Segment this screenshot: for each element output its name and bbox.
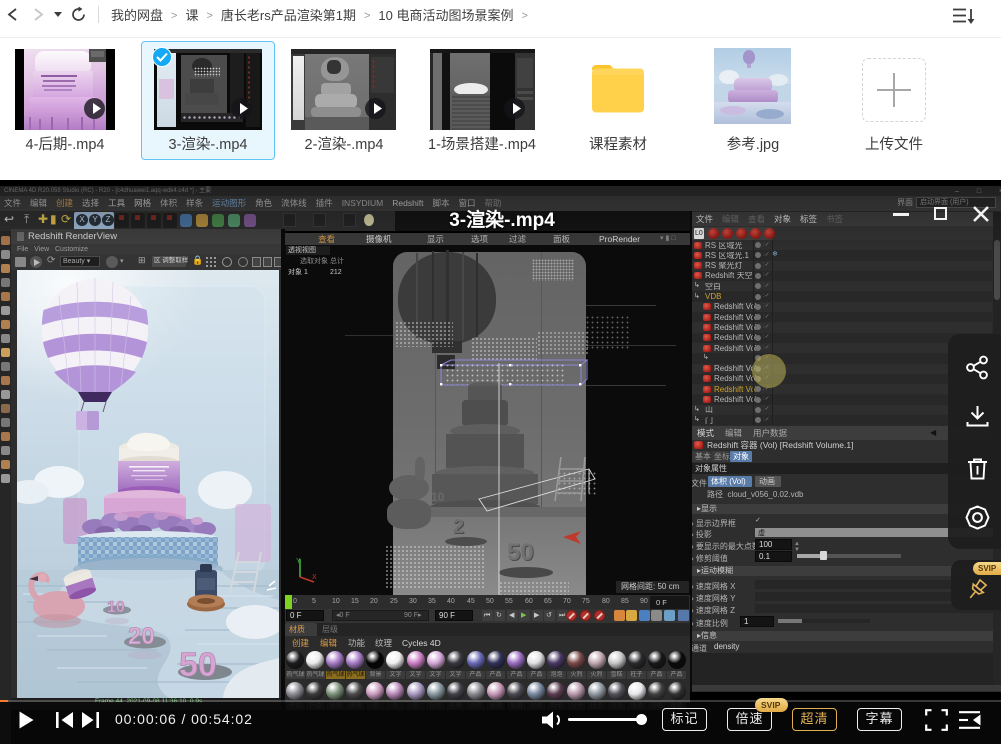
svg-text:20: 20 <box>128 623 155 650</box>
svg-text:X: X <box>312 574 317 581</box>
svg-text:10: 10 <box>107 599 125 616</box>
svg-text:Y: Y <box>296 558 301 565</box>
svg-text:50: 50 <box>179 646 217 684</box>
